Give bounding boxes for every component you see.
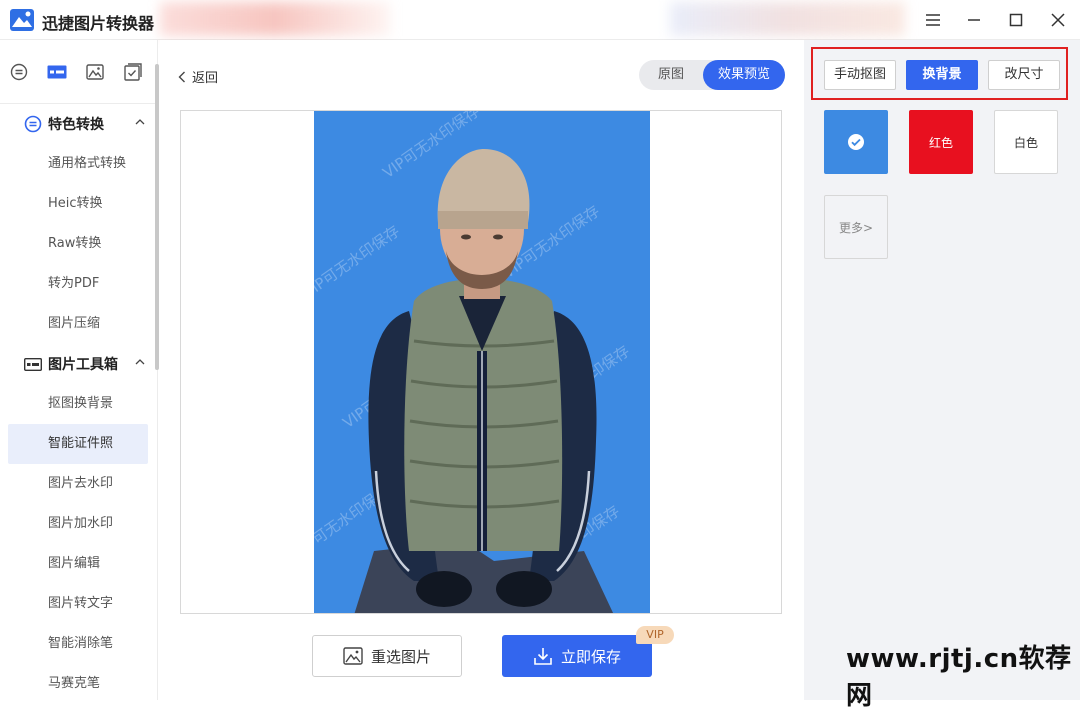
main-area: 返回 原图 效果预览 VIP可无水印保存 VIP可无水印保存 VIP可无水印保存… — [160, 40, 804, 700]
chevron-up-icon — [135, 359, 145, 365]
vip-badge: VIP — [636, 626, 674, 644]
sidebar-item-id-photo[interactable]: 智能证件照 — [8, 424, 148, 464]
sidebar: 特色转换 通用格式转换 Heic转换 Raw转换 转为PDF 图片压缩 图片工具… — [0, 40, 158, 700]
check-circle-icon — [848, 134, 864, 150]
blurred-region — [670, 2, 905, 36]
toolbox-tab-icon[interactable] — [46, 61, 68, 83]
minimize-icon[interactable] — [962, 8, 986, 32]
group-special-convert[interactable]: 特色转换 — [0, 104, 157, 144]
sidebar-item-general-format[interactable]: 通用格式转换 — [0, 144, 157, 184]
download-icon — [534, 648, 552, 665]
more-colors-button[interactable]: 更多> — [824, 195, 888, 259]
color-swatch-white[interactable]: 白色 — [994, 110, 1058, 174]
toggle-preview[interactable]: 效果预览 — [703, 60, 785, 90]
sidebar-item-to-pdf[interactable]: 转为PDF — [0, 264, 157, 304]
toggle-original[interactable]: 原图 — [639, 60, 703, 90]
reselect-image-button[interactable]: 重选图片 — [312, 635, 462, 677]
view-toggle: 原图 效果预览 — [639, 60, 785, 90]
sidebar-item-raw[interactable]: Raw转换 — [0, 224, 157, 264]
blurred-region — [160, 2, 390, 36]
back-button[interactable]: 返回 — [178, 67, 218, 86]
sidebar-item-edit[interactable]: 图片编辑 — [0, 544, 157, 584]
toolbox-icon — [24, 355, 42, 373]
person-figure — [354, 149, 614, 613]
resize-button[interactable]: 改尺寸 — [988, 60, 1060, 90]
sidebar-item-ocr[interactable]: 图片转文字 — [0, 584, 157, 624]
sidebar-item-heic[interactable]: Heic转换 — [0, 184, 157, 224]
right-panel: 手动抠图 换背景 改尺寸 红色 白色 更多> — [804, 40, 1080, 700]
chevron-left-icon — [178, 71, 185, 82]
chevron-up-icon — [135, 119, 145, 125]
image-tab-icon[interactable] — [84, 61, 106, 83]
color-swatch-red[interactable]: 红色 — [909, 110, 973, 174]
sidebar-item-mosaic[interactable]: 马赛克笔 — [0, 664, 157, 704]
sidebar-scrollbar[interactable] — [155, 64, 159, 370]
app-logo-icon — [10, 9, 34, 31]
sidebar-item-eraser[interactable]: 智能消除笔 — [0, 624, 157, 664]
save-label: 立即保存 — [560, 647, 621, 666]
app-title: 迅捷图片转换器 — [42, 14, 155, 33]
image-icon — [343, 647, 363, 665]
group-label: 特色转换 — [48, 117, 104, 133]
maximize-icon[interactable] — [1004, 8, 1028, 32]
site-watermark: www.rjtj.cn软荐网 — [846, 644, 1072, 711]
reselect-label: 重选图片 — [370, 647, 431, 666]
check-doc-tab-icon[interactable] — [122, 61, 144, 83]
convert-icon — [24, 115, 42, 133]
title-bar: 迅捷图片转换器 — [0, 0, 1080, 40]
sidebar-item-compress[interactable]: 图片压缩 — [0, 304, 157, 344]
portrait-photo: VIP可无水印保存 VIP可无水印保存 VIP可无水印保存 VIP可无水印保存 … — [314, 111, 650, 613]
color-swatch-blue[interactable] — [824, 110, 888, 174]
sidebar-item-remove-watermark[interactable]: 图片去水印 — [0, 464, 157, 504]
manual-cutout-button[interactable]: 手动抠图 — [824, 60, 896, 90]
sidebar-tabs — [0, 40, 157, 104]
menu-icon[interactable] — [921, 8, 945, 32]
group-image-toolbox[interactable]: 图片工具箱 — [0, 344, 157, 384]
image-canvas: VIP可无水印保存 VIP可无水印保存 VIP可无水印保存 VIP可无水印保存 … — [180, 110, 782, 614]
save-now-button[interactable]: 立即保存 — [502, 635, 652, 677]
convert-tab-icon[interactable] — [8, 61, 30, 83]
change-background-button[interactable]: 换背景 — [906, 60, 978, 90]
sidebar-item-cutout-bg[interactable]: 抠图换背景 — [0, 384, 157, 424]
group-label: 图片工具箱 — [48, 357, 118, 373]
sidebar-item-add-watermark[interactable]: 图片加水印 — [0, 504, 157, 544]
back-label: 返回 — [192, 71, 219, 86]
close-icon[interactable] — [1046, 8, 1070, 32]
